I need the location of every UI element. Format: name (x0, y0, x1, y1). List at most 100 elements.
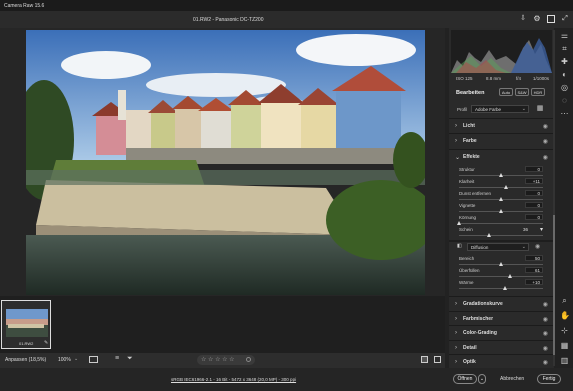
slider-track[interactable] (459, 223, 543, 224)
hdr-button[interactable]: HDR (531, 88, 545, 96)
rating-stars[interactable]: ☆ ☆ ☆ ☆ ☆ (201, 356, 235, 363)
slider-track[interactable] (459, 187, 543, 188)
sort-icon[interactable]: ≡ (115, 355, 119, 362)
slider-value[interactable]: +10 (525, 279, 543, 285)
slider-label: Überfüllen (459, 268, 480, 273)
collapsed-sections: › Gradationskurve ◉ › Farbmischer ◉ › Color-Gra… (449, 296, 554, 368)
filmstrip-thumbnail[interactable]: 01.RW2 ✎ (1, 300, 51, 349)
diffusion-select[interactable]: Diffusion ⌄ (467, 243, 529, 251)
chevron-down-icon: ⌄ (455, 155, 461, 161)
color-sampler-icon[interactable]: ⊹ (560, 326, 569, 335)
exif-shutter: 1/1000s (533, 76, 550, 81)
section-farbe[interactable]: › Farbe ◉ (449, 133, 554, 148)
slider-value[interactable]: 61 (525, 267, 543, 273)
reject-icon[interactable] (246, 357, 251, 362)
compare-view-icon[interactable] (434, 356, 441, 363)
profile-label: Profil (457, 107, 468, 112)
scrollbar-thumb[interactable] (553, 215, 555, 355)
done-button[interactable]: Fertig (537, 374, 561, 384)
presets-icon[interactable]: ◌ (560, 96, 569, 105)
slider-value[interactable]: +11 (525, 178, 543, 184)
schein-thumb[interactable] (487, 233, 491, 237)
single-view-icon[interactable] (421, 356, 428, 363)
slider-thumb[interactable] (499, 262, 503, 266)
schein-track[interactable] (459, 235, 543, 236)
slider-thumb[interactable] (499, 197, 503, 201)
hand-icon[interactable]: ✋ (560, 311, 570, 320)
workflow-options-link[interactable]: sRGB IEC61966-2.1 - 16 Bit - 5472 x 3648… (171, 377, 296, 382)
photo-preview[interactable] (26, 30, 425, 295)
fullscreen-icon[interactable]: ⤢ (561, 15, 569, 23)
eye-icon[interactable]: ◉ (543, 154, 548, 161)
slider-thumb[interactable] (503, 185, 508, 189)
slider-value[interactable]: 0 (525, 202, 543, 208)
eye-icon[interactable]: ◉ (543, 301, 548, 308)
slider-value[interactable]: 0 (525, 214, 543, 220)
slider-label: Bereich (459, 256, 475, 261)
eye-icon[interactable]: ◉ (543, 345, 548, 352)
filter-icon[interactable]: ⏷ (127, 355, 133, 363)
section-licht[interactable]: › Licht ◉ (449, 118, 554, 133)
thumbnail-image (6, 309, 48, 337)
eye-icon[interactable]: ◉ (543, 123, 548, 130)
grid-icon[interactable]: ▦ (560, 341, 569, 350)
zoom-icon[interactable]: ⌕ (560, 296, 569, 305)
slider-row[interactable]: Wärme +10 (457, 279, 549, 293)
slider-value[interactable]: 50 (525, 255, 543, 261)
section-label: Gradationskurve (463, 301, 503, 307)
chevron-right-icon: › (455, 301, 457, 307)
panel-scrollbar[interactable] (553, 30, 555, 366)
heal-icon[interactable]: ✚ (560, 57, 569, 66)
gear-icon[interactable]: ⚙ (533, 15, 541, 23)
profile-select[interactable]: Adobe Farbe ⌄ (471, 105, 529, 113)
slider-thumb[interactable] (508, 274, 513, 278)
chevron-down-icon[interactable]: ⌄ (74, 356, 78, 362)
section-gradationskurve[interactable]: › Gradationskurve ◉ (449, 296, 554, 311)
mask-icon[interactable]: ◐ (560, 70, 569, 79)
slider-value[interactable]: 0 (525, 190, 543, 196)
slider-track[interactable] (459, 288, 543, 289)
eye-icon[interactable]: ◉ (535, 243, 540, 250)
section-label: Optik (463, 359, 476, 365)
open-options-button[interactable]: ⌄ (478, 374, 486, 384)
crop-icon[interactable]: ⌗ (560, 44, 569, 53)
profile-browser-icon[interactable]: ▦ (536, 105, 544, 113)
edit-panel: ISO 125 8.8 mm f/4 1/1000s Bearbeiten Au… (449, 28, 554, 368)
open-button-label: Öffnen (457, 376, 473, 382)
redeye-icon[interactable]: ◎ (560, 83, 569, 92)
section-farbmischer[interactable]: › Farbmischer ◉ (449, 310, 554, 326)
eye-icon[interactable]: ◉ (543, 316, 548, 323)
save-icon[interactable]: ⇩ (519, 15, 527, 23)
slider-value[interactable]: 0 (525, 166, 543, 172)
maximize-icon[interactable] (547, 15, 555, 23)
eye-icon[interactable]: ◉ (543, 330, 548, 337)
bw-button[interactable]: S&W (515, 88, 529, 96)
eye-icon[interactable]: ◉ (543, 359, 548, 366)
slider-track[interactable] (459, 276, 543, 277)
section-effekte[interactable]: ⌄ Effekte ◉ (449, 149, 554, 164)
slider-thumb[interactable] (499, 173, 503, 177)
slider-thumb[interactable] (457, 221, 461, 225)
eye-icon[interactable]: ◉ (543, 138, 548, 145)
slider-thumb[interactable] (503, 286, 508, 290)
edit-icon[interactable]: ⚌ (560, 31, 569, 40)
thumbnail-label: 01.RW2 (19, 341, 34, 346)
toggle-overlay-icon[interactable]: ▥ (560, 356, 569, 365)
schein-row[interactable]: Schein 36 ▾ (457, 226, 549, 239)
grid-view-icon[interactable] (89, 356, 98, 363)
more-icon[interactable]: ⋯ (560, 109, 569, 118)
zoom-percent-select[interactable]: 100% (58, 357, 71, 363)
section-color-grading[interactable]: › Color-Grading ◉ (449, 325, 554, 340)
schein-value[interactable]: 36 (523, 227, 528, 232)
open-button[interactable]: Öffnen (453, 374, 477, 384)
rating-bar[interactable]: ☆ ☆ ☆ ☆ ☆ (197, 355, 255, 365)
slider-thumb[interactable] (499, 209, 503, 213)
auto-button[interactable]: Auto (499, 88, 513, 96)
panel-title: Bearbeiten (456, 90, 485, 96)
section-label: Licht (463, 123, 475, 129)
section-detail[interactable]: › Detail ◉ (449, 339, 554, 355)
section-optik[interactable]: › Optik ◉ (449, 354, 554, 369)
cancel-button[interactable]: Abbrechen (500, 376, 524, 382)
chevron-down-icon[interactable]: ▾ (540, 226, 543, 233)
zoom-fit-select[interactable]: Anpassen (18,5%) (5, 357, 46, 363)
